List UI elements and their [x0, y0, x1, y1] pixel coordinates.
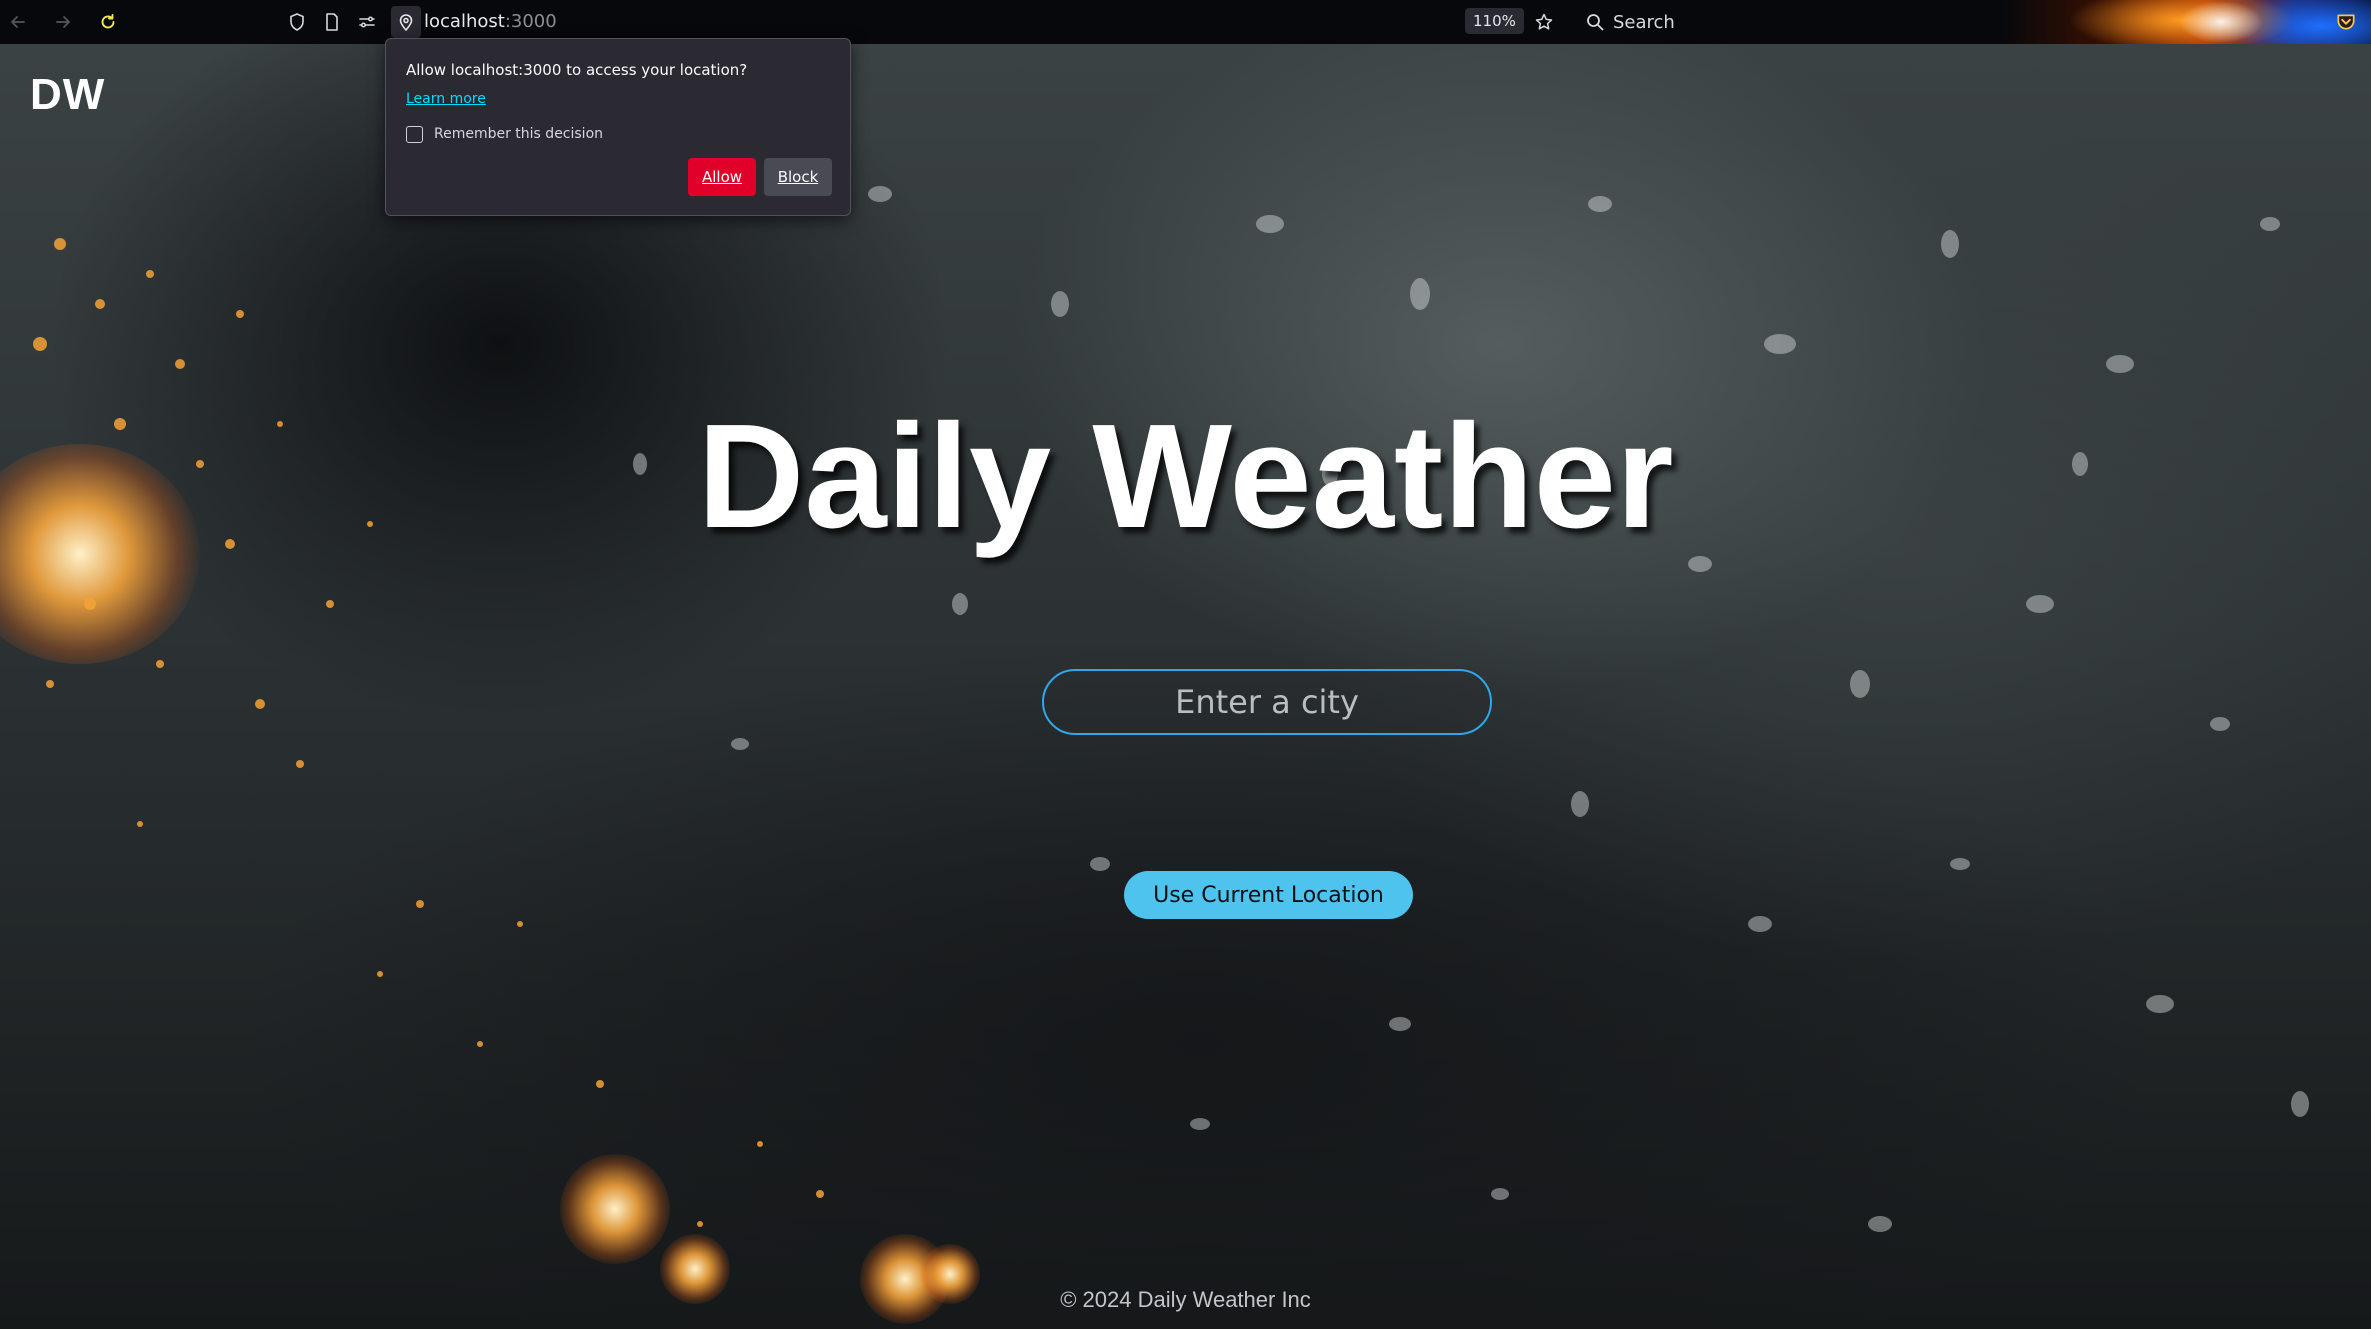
zoom-level-badge[interactable]: 110% — [1465, 8, 1524, 34]
city-search-input[interactable] — [1042, 669, 1492, 735]
shield-icon[interactable] — [285, 10, 309, 34]
permission-question: Allow localhost:3000 to access your loca… — [406, 61, 748, 79]
remember-decision-label[interactable]: Remember this decision — [434, 126, 603, 142]
reload-icon[interactable] — [96, 10, 120, 34]
search-icon — [1587, 14, 1604, 31]
footer-copyright: © 2024 Daily Weather Inc — [1060, 1287, 1311, 1312]
allow-button[interactable]: Allow — [688, 158, 756, 196]
location-pin-icon[interactable] — [391, 6, 421, 38]
url-port: :3000 — [504, 11, 557, 32]
star-icon[interactable] — [1532, 10, 1556, 34]
forward-arrow-icon[interactable] — [51, 10, 75, 34]
use-current-location-button[interactable]: Use Current Location — [1124, 871, 1413, 919]
block-button[interactable]: Block — [764, 158, 832, 196]
learn-more-link[interactable]: Learn more — [406, 91, 486, 107]
search-box[interactable]: Search — [1585, 10, 1675, 34]
permissions-icon[interactable] — [355, 10, 379, 34]
search-label: Search — [1613, 11, 1675, 33]
site-logo[interactable]: DW — [30, 70, 105, 120]
pocket-icon[interactable] — [2335, 11, 2357, 33]
page-title: Daily Weather — [697, 394, 1674, 559]
location-permission-popup: Allow localhost:3000 to access your loca… — [385, 38, 851, 216]
remember-decision-checkbox[interactable] — [406, 126, 423, 143]
back-arrow-icon[interactable] — [6, 10, 30, 34]
page-icon[interactable] — [320, 10, 344, 34]
browser-toolbar: localhost:3000 110% Search — [0, 0, 2371, 44]
url-bar[interactable]: localhost:3000 — [424, 10, 557, 34]
browser-theme-art — [2001, 0, 2371, 44]
url-host: localhost — [424, 11, 505, 32]
